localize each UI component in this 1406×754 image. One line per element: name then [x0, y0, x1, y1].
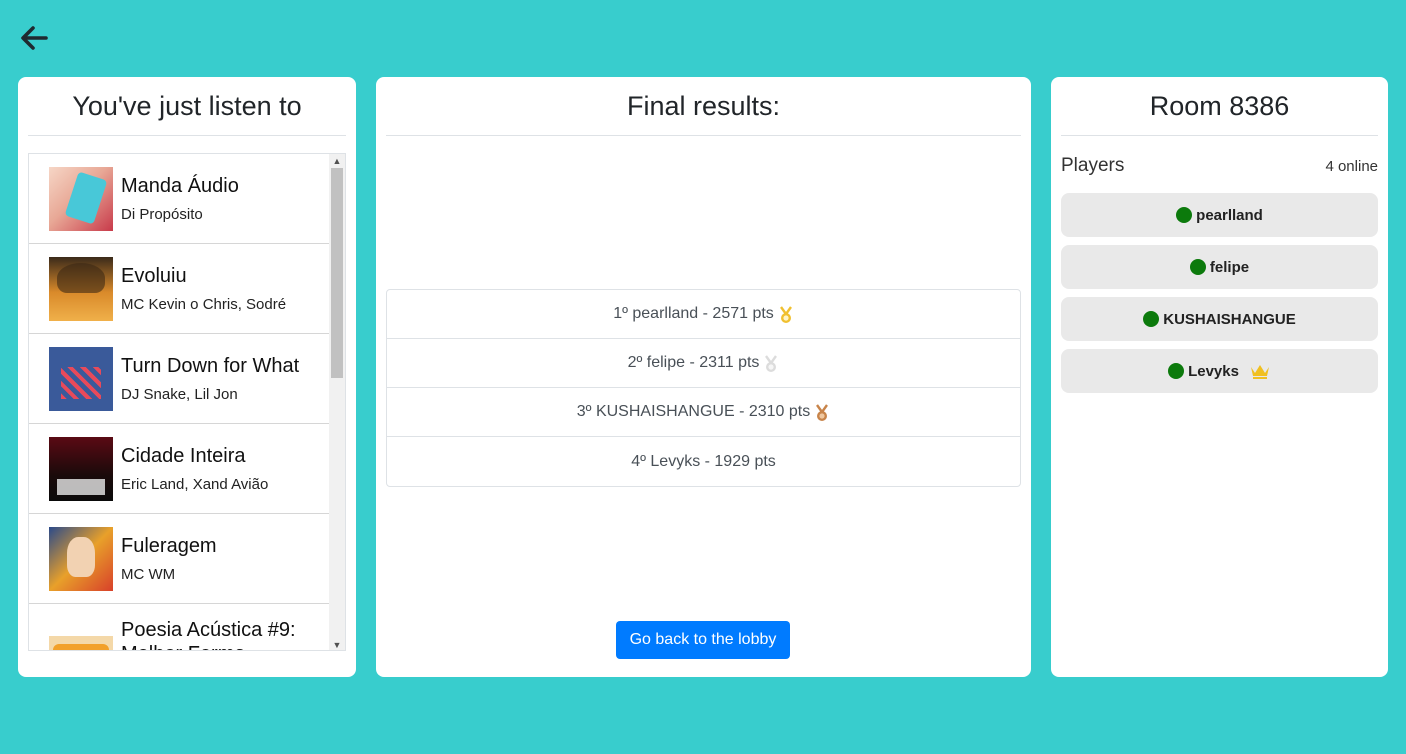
song-artist: MC Kevin o Chris, Sodré — [121, 296, 287, 313]
final-results-card: Final results: 1º pearlland - 2571 pts 2… — [376, 77, 1031, 677]
back-button[interactable] — [18, 22, 52, 54]
album-cover — [49, 526, 113, 591]
songs-list: Manda Áudio Di Propósito Evoluiu MC Kevi… — [29, 154, 330, 650]
players-label: Players — [1061, 155, 1125, 176]
arrow-left-icon — [21, 26, 48, 50]
result-row: 2º felipe - 2311 pts — [387, 339, 1020, 388]
result-row: 1º pearlland - 2571 pts — [387, 290, 1020, 339]
song-title: Manda Áudio — [121, 175, 239, 197]
song-item[interactable]: Manda Áudio Di Propósito — [29, 154, 330, 244]
album-cover — [49, 436, 113, 501]
song-artist: Eric Land, Xand Avião — [121, 476, 269, 493]
final-results-title: Final results: — [386, 77, 1021, 136]
online-status-icon — [1189, 259, 1206, 275]
song-item[interactable]: Fuleragem MC WM — [29, 514, 330, 604]
recent-songs-title: You've just listen to — [28, 77, 346, 136]
player-item: felipe — [1061, 245, 1378, 289]
result-row: 3º KUSHAISHANGUE - 2310 pts — [387, 388, 1020, 437]
results-list: 1º pearlland - 2571 pts 2º felipe - 2311… — [386, 289, 1021, 487]
player-name: felipe — [1209, 258, 1250, 276]
go-back-lobby-button[interactable]: Go back to the lobby — [616, 621, 790, 659]
song-title: Fuleragem — [121, 535, 217, 557]
room-card: Room 8386 Players 4 online pearlland fel… — [1051, 77, 1388, 677]
silver-medal-icon — [765, 355, 778, 372]
online-count: 4 online — [1325, 157, 1378, 175]
player-name: pearlland — [1196, 206, 1263, 224]
song-title: Cidade Inteira — [121, 445, 246, 467]
player-item: Levyks — [1061, 349, 1378, 393]
online-status-icon — [1143, 311, 1160, 327]
scroll-down-icon[interactable]: ▼ — [329, 638, 345, 650]
song-title: Evoluiu — [121, 265, 187, 287]
result-text: 1º pearlland - 2571 pts — [613, 305, 774, 322]
song-title: Poesia Acústica #9: Melhor Forma — [121, 619, 296, 650]
scroll-up-icon[interactable]: ▲ — [329, 154, 345, 168]
result-row: 4º Levyks - 1929 pts — [387, 437, 1020, 486]
gold-medal-icon — [779, 306, 792, 323]
song-artist: Di Propósito — [121, 206, 203, 223]
songs-scrollbar[interactable]: ▲ ▼ — [329, 154, 345, 650]
player-item: KUSHAISHANGUE — [1061, 297, 1378, 341]
song-item[interactable]: Poesia Acústica #9: Melhor Forma — [29, 604, 330, 650]
song-item[interactable]: Evoluiu MC Kevin o Chris, Sodré — [29, 244, 330, 334]
player-name: KUSHAISHANGUE — [1163, 310, 1296, 328]
online-status-icon — [1168, 363, 1185, 379]
recent-songs-card: You've just listen to Manda Áudio Di Pro… — [18, 77, 356, 677]
album-cover — [49, 256, 113, 321]
result-text: 2º felipe - 2311 pts — [627, 354, 760, 371]
result-text: 3º KUSHAISHANGUE - 2310 pts — [576, 403, 811, 420]
scroll-thumb[interactable] — [331, 168, 343, 378]
song-item[interactable]: Turn Down for What DJ Snake, Lil Jon — [29, 334, 330, 424]
songs-list-container[interactable]: Manda Áudio Di Propósito Evoluiu MC Kevi… — [28, 153, 346, 651]
song-title: Turn Down for What — [121, 355, 300, 377]
result-text: 4º Levyks - 1929 pts — [631, 452, 776, 470]
crown-icon — [1250, 365, 1269, 379]
player-name: Levyks — [1188, 362, 1239, 380]
song-artist: MC WM — [121, 566, 176, 583]
song-artist: DJ Snake, Lil Jon — [121, 386, 238, 403]
bronze-medal-icon — [816, 404, 829, 421]
online-status-icon — [1176, 207, 1193, 223]
player-item: pearlland — [1061, 193, 1378, 237]
song-item[interactable]: Cidade Inteira Eric Land, Xand Avião — [29, 424, 330, 514]
album-cover — [49, 346, 113, 411]
album-cover — [49, 166, 113, 231]
room-title: Room 8386 — [1061, 77, 1378, 136]
album-cover — [49, 636, 113, 650]
